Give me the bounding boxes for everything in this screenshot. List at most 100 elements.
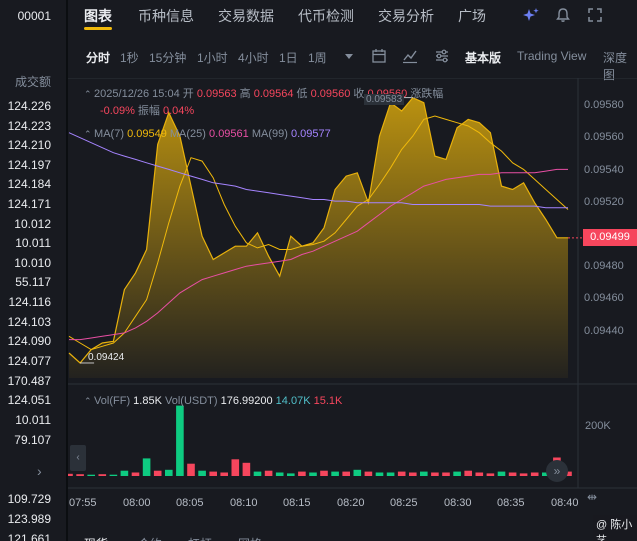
chevron-right-icon[interactable]: › [37, 463, 42, 479]
ma99-label: MA(99) [251, 128, 288, 140]
bottom-tabs: 现货 合约 杠杆 网格 [68, 532, 637, 541]
volume-bar [442, 472, 450, 476]
interval-1s[interactable]: 1秒 [120, 49, 139, 66]
time-tick: 08:15 [283, 497, 311, 509]
volume-bar [530, 472, 539, 476]
turnover-row: 170.487 [7, 374, 51, 388]
turnover-row: 10.011 [15, 236, 51, 250]
mode-basic[interactable]: 基本版 [465, 49, 501, 66]
ai-sparkle-icon[interactable] [523, 7, 539, 23]
time-tick: 08:00 [123, 497, 151, 509]
volume-bar [98, 474, 107, 476]
tab-futures[interactable]: 合约 [138, 535, 162, 541]
volume-tick: 200K [585, 420, 611, 432]
volume-bar [464, 470, 472, 476]
ma25-label: MA(25) [169, 128, 206, 140]
tab-margin[interactable]: 杠杆 [188, 535, 212, 541]
time-tick: 08:25 [390, 497, 418, 509]
volume-bar [298, 471, 306, 476]
indicator-icon[interactable] [402, 48, 418, 64]
turnover-row: 109.729 [7, 492, 51, 506]
turnover-row: 124.197 [7, 158, 51, 172]
volume-bar [375, 472, 384, 476]
volume-bar [386, 472, 395, 476]
interval-1h[interactable]: 1小时 [197, 49, 228, 66]
interval-1w[interactable]: 1周 [308, 49, 327, 66]
price-tick: 0.09560 [584, 131, 624, 143]
turnover-row: 124.171 [7, 197, 51, 211]
volume-bar [397, 471, 406, 476]
volume-bar [508, 472, 517, 476]
time-tick: 08:40 [551, 497, 579, 509]
volume-bar [253, 471, 262, 476]
legend-date: 2025/12/26 15:04 [94, 88, 180, 100]
legend-change: -0.09% [100, 105, 135, 117]
vol-ma2-value: 15.1K [313, 395, 343, 407]
interval-15m[interactable]: 15分钟 [149, 49, 186, 66]
order-book-column: 00001 成交额 124.226 124.223 124.210 124.197 12… [0, 0, 66, 541]
ma-legend: ⌃ MA(7) 0.09549 MA(25) 0.09561 MA(99) 0.… [84, 128, 331, 140]
volume-bar [342, 471, 350, 476]
tab-grid[interactable]: 网格 [238, 535, 262, 541]
volume-bar [519, 473, 528, 476]
turnover-row: 124.226 [7, 99, 51, 113]
interval-timeshare[interactable]: 分时 [86, 49, 110, 66]
settings-sliders-icon[interactable] [434, 48, 450, 64]
mode-tradingview[interactable]: Trading View [517, 49, 586, 63]
tab-chart[interactable]: 图表 [84, 6, 112, 26]
time-tick: 08:10 [230, 497, 258, 509]
price-tick: 0.09580 [584, 99, 624, 111]
caret-down-icon[interactable] [344, 53, 354, 61]
tab-coin-info[interactable]: 币种信息 [138, 6, 194, 26]
volume-bar [275, 472, 284, 476]
vol-usdt-value: 176.99200 [220, 395, 273, 407]
top-value: 00001 [17, 9, 51, 23]
interval-4h[interactable]: 4小时 [238, 49, 269, 66]
turnover-row: 10.012 [14, 217, 51, 231]
bell-icon[interactable] [555, 7, 571, 23]
tab-trading-data[interactable]: 交易数据 [218, 6, 274, 26]
price-tick: 0.09460 [584, 292, 624, 304]
legend-change-label: 涨跌幅 [410, 88, 444, 100]
interval-1d[interactable]: 1日 [279, 49, 298, 66]
low-marker-label: 0.09424 [88, 352, 125, 363]
calendar-icon[interactable] [371, 48, 387, 64]
turnover-row: 10.010 [14, 256, 51, 270]
scroll-right-fast-button[interactable]: » [546, 460, 568, 482]
chart-area[interactable]: ⌃ 2025/12/26 15:04 开 0.09563 高 0.09564 低… [68, 78, 637, 541]
current-price-label: 0.09499 [583, 229, 637, 246]
scroll-left-button[interactable]: ‹ [70, 445, 86, 471]
volume-bar [264, 470, 273, 476]
ma25-value: 0.09561 [209, 128, 249, 140]
tab-token-check[interactable]: 代币检测 [298, 6, 354, 26]
volume-bar [76, 474, 84, 476]
expand-icon[interactable] [587, 7, 603, 23]
legend-amp-label: 振幅 [137, 105, 160, 117]
ma7-label: MA(7) [94, 128, 124, 140]
volume-bar [431, 472, 439, 476]
tab-trade-analysis[interactable]: 交易分析 [378, 6, 434, 26]
axis-fit-icon[interactable]: ⇹ [587, 490, 597, 504]
turnover-row: 55.117 [15, 275, 51, 289]
ma99-value: 0.09577 [290, 128, 331, 140]
volume-bar [68, 473, 73, 476]
volume-bar [209, 471, 217, 476]
volume-bar [409, 472, 417, 476]
tab-spot[interactable]: 现货 [84, 535, 108, 541]
legend-open: 0.09563 [196, 88, 237, 100]
legend-amp: 0.04% [162, 105, 195, 117]
volume-bar [187, 463, 195, 476]
tab-square[interactable]: 广场 [458, 6, 486, 26]
change-legend: -0.09% 振幅 0.04% [100, 102, 194, 118]
turnover-row: 124.090 [7, 334, 51, 348]
vol-ff-label: Vol(FF) [94, 395, 131, 407]
price-tick: 0.09440 [584, 325, 624, 337]
price-tick: 0.09540 [584, 164, 624, 176]
time-tick: 08:30 [444, 497, 472, 509]
volume-bar [153, 470, 162, 476]
legend-open-label: 开 [182, 88, 194, 100]
legend-low-label: 低 [296, 88, 308, 100]
volume-bar [309, 472, 317, 476]
turnover-row: 124.184 [7, 177, 51, 191]
time-tick: 08:35 [497, 497, 525, 509]
